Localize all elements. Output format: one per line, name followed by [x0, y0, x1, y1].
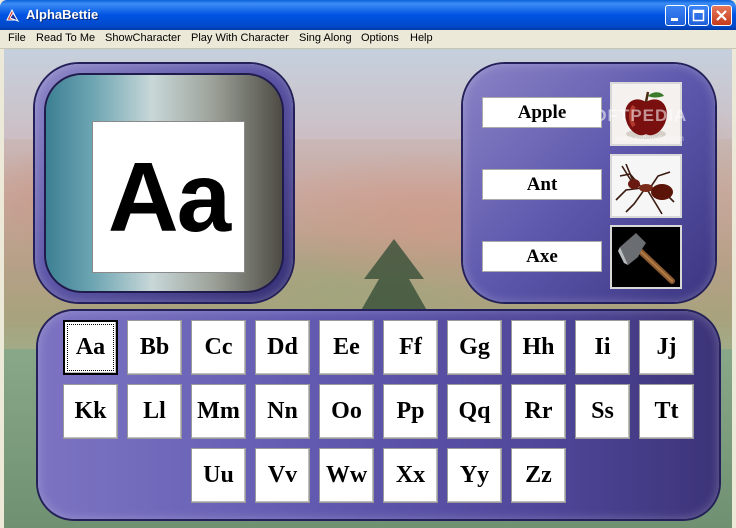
letter-key-e[interactable]: Ee: [319, 320, 374, 375]
letter-display-frame: Aa: [46, 75, 282, 291]
letter-key-z[interactable]: Zz: [511, 448, 566, 503]
letter-key-n[interactable]: Nn: [255, 384, 310, 439]
letter-key-k[interactable]: Kk: [63, 384, 118, 439]
ant-picture[interactable]: [610, 154, 682, 218]
letter-key-g[interactable]: Gg: [447, 320, 502, 375]
minimize-icon: [671, 18, 678, 21]
menu-show-character[interactable]: ShowCharacter: [105, 32, 181, 44]
axe-icon: [612, 227, 680, 287]
maximize-button[interactable]: [688, 5, 709, 26]
app-canvas: Aa Apple Ant Axe SOFTPEDIA www.softpedia…: [4, 49, 732, 528]
letter-key-s[interactable]: Ss: [575, 384, 630, 439]
window-title: AlphaBettie: [26, 7, 99, 22]
letter-key-m[interactable]: Mm: [191, 384, 246, 439]
letter-key-t[interactable]: Tt: [639, 384, 694, 439]
maximize-icon: [692, 9, 705, 22]
menu-file[interactable]: File: [8, 32, 26, 44]
letter-key-i[interactable]: Ii: [575, 320, 630, 375]
current-letter-display[interactable]: Aa: [92, 121, 245, 273]
menu-options[interactable]: Options: [361, 32, 399, 44]
title-bar: AlphaBettie: [0, 0, 736, 30]
word-button-axe[interactable]: Axe: [482, 241, 602, 272]
softpedia-watermark: SOFTPEDIA: [581, 106, 688, 125]
menu-read-to-me[interactable]: Read To Me: [36, 32, 95, 44]
menu-play-with-character[interactable]: Play With Character: [191, 32, 289, 44]
word-button-ant[interactable]: Ant: [482, 169, 602, 200]
softpedia-watermark-url: www.softpedia.com: [615, 134, 684, 143]
menu-bar: File Read To Me ShowCharacter Play With …: [0, 30, 736, 49]
letter-key-v[interactable]: Vv: [255, 448, 310, 503]
app-icon: [6, 8, 20, 22]
axe-picture[interactable]: [610, 225, 682, 289]
letter-key-q[interactable]: Qq: [447, 384, 502, 439]
letter-key-f[interactable]: Ff: [383, 320, 438, 375]
letter-key-c[interactable]: Cc: [191, 320, 246, 375]
letter-key-w[interactable]: Ww: [319, 448, 374, 503]
letter-key-x[interactable]: Xx: [383, 448, 438, 503]
close-button[interactable]: [711, 5, 732, 26]
letter-display-panel: Aa: [35, 64, 293, 302]
letter-key-a[interactable]: Aa: [63, 320, 118, 375]
letter-key-d[interactable]: Dd: [255, 320, 310, 375]
letter-key-y[interactable]: Yy: [447, 448, 502, 503]
letter-key-o[interactable]: Oo: [319, 384, 374, 439]
letter-key-b[interactable]: Bb: [127, 320, 182, 375]
word-examples-panel: Apple Ant Axe SOFTPEDIA www.softpedia.co…: [463, 64, 715, 302]
letter-key-r[interactable]: Rr: [511, 384, 566, 439]
letter-key-u[interactable]: Uu: [191, 448, 246, 503]
alphabet-panel: Aa Bb Cc Dd Ee Ff Gg Hh Ii Jj Kk Ll Mm N…: [38, 311, 719, 519]
ant-icon: [612, 156, 680, 216]
letter-key-p[interactable]: Pp: [383, 384, 438, 439]
close-icon: [716, 10, 727, 21]
minimize-button[interactable]: [665, 5, 686, 26]
letter-key-h[interactable]: Hh: [511, 320, 566, 375]
menu-sing-along[interactable]: Sing Along: [299, 32, 352, 44]
letter-key-l[interactable]: Ll: [127, 384, 182, 439]
menu-help[interactable]: Help: [410, 32, 433, 44]
letter-key-j[interactable]: Jj: [639, 320, 694, 375]
